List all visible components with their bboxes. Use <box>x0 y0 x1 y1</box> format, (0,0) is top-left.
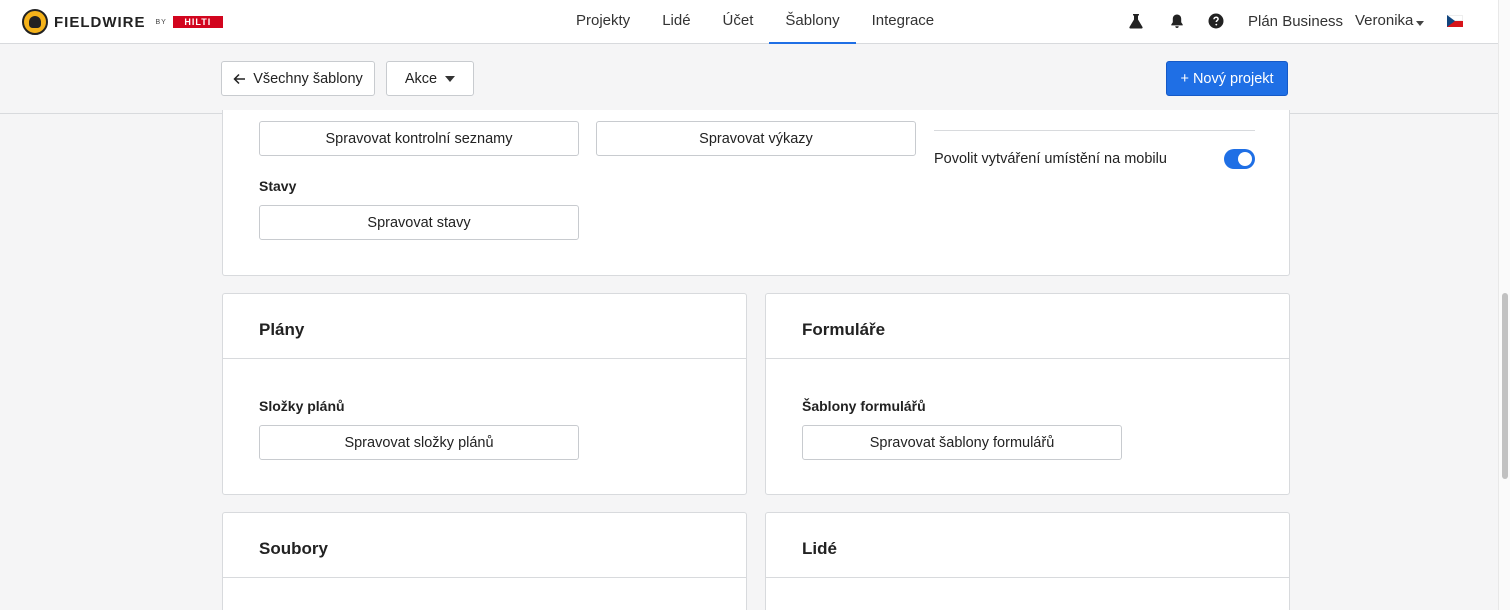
chevron-down-icon[interactable] <box>1416 21 1424 26</box>
brand-name: FIELDWIRE <box>54 13 146 31</box>
brand-by: BY <box>155 18 167 26</box>
user-menu[interactable]: Veronika <box>1355 12 1413 29</box>
people-title: Lidé <box>802 539 837 558</box>
plan-folders-label: Složky plánů <box>259 398 345 414</box>
nav-ucet[interactable]: Účet <box>707 0 770 44</box>
forms-card: Formuláře Šablony formulářů Spravovat ša… <box>765 293 1290 495</box>
new-project-button[interactable]: + Nový projekt <box>1166 61 1288 96</box>
mobile-locations-toggle[interactable] <box>1224 149 1255 169</box>
main-nav: Projekty Lidé Účet Šablony Integrace <box>560 0 950 44</box>
divider <box>766 577 1289 578</box>
all-templates-button[interactable]: Všechny šablony <box>221 61 375 96</box>
manage-plan-folders-button[interactable]: Spravovat složky plánů <box>259 425 579 460</box>
people-card: Lidé <box>765 512 1290 610</box>
top-navbar: FIELDWIRE BY HILTI Projekty Lidé Účet Ša… <box>0 0 1498 44</box>
actions-label: Akce <box>404 70 438 87</box>
manage-form-templates-button[interactable]: Spravovat šablony formulářů <box>802 425 1122 460</box>
fieldwire-logo[interactable]: FIELDWIRE BY HILTI <box>22 9 223 35</box>
template-settings-card: Spravovat kontrolní seznamy Spravovat vý… <box>222 110 1290 276</box>
actions-dropdown[interactable]: Akce <box>386 61 474 96</box>
mobile-locations-label: Povolit vytváření umístění na mobilu <box>934 151 1167 167</box>
plan-label[interactable]: Plán Business <box>1248 13 1343 30</box>
scrollbar-thumb[interactable] <box>1502 293 1508 479</box>
flask-icon[interactable] <box>1128 13 1144 29</box>
divider <box>766 358 1289 359</box>
caret-down-icon <box>445 75 456 82</box>
manage-states-button[interactable]: Spravovat stavy <box>259 205 579 240</box>
manage-reports-button[interactable]: Spravovat výkazy <box>596 121 916 156</box>
bell-icon[interactable] <box>1169 13 1185 29</box>
nav-lide[interactable]: Lidé <box>646 0 706 44</box>
flag-cz-icon[interactable] <box>1447 15 1463 27</box>
plans-card: Plány Složky plánů Spravovat složky plán… <box>222 293 747 495</box>
hilti-logo: HILTI <box>172 16 223 28</box>
page-scrollbar[interactable] <box>1498 0 1510 610</box>
manage-checklists-button[interactable]: Spravovat kontrolní seznamy <box>259 121 579 156</box>
help-icon[interactable] <box>1208 13 1224 29</box>
divider <box>223 358 746 359</box>
divider <box>934 130 1255 131</box>
plans-title: Plány <box>259 320 305 339</box>
forms-title: Formuláře <box>802 320 886 339</box>
nav-projekty[interactable]: Projekty <box>560 0 646 44</box>
divider <box>223 577 746 578</box>
files-card: Soubory <box>222 512 747 610</box>
states-label: Stavy <box>259 178 297 194</box>
all-templates-label: Všechny šablony <box>253 70 363 87</box>
fieldwire-logo-icon <box>22 9 48 35</box>
files-title: Soubory <box>259 539 328 558</box>
nav-sablony[interactable]: Šablony <box>769 0 856 44</box>
nav-integrace[interactable]: Integrace <box>856 0 951 44</box>
template-toolbar: Všechny šablony Akce + Nový projekt <box>0 44 1498 114</box>
form-templates-label: Šablony formulářů <box>802 398 926 414</box>
arrow-left-icon <box>233 73 246 84</box>
